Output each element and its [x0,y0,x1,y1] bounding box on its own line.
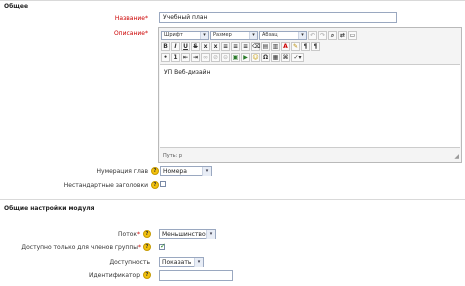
underline-icon[interactable]: U [181,41,190,51]
custom-titles-label: Нестандартные заголовки [63,182,148,189]
indent-icon[interactable]: ⇥ [191,52,200,62]
members-only-checkbox[interactable] [159,242,166,250]
resize-grip-icon[interactable]: ◢ [454,153,459,160]
nolink-icon[interactable]: ⊝ [221,52,230,62]
help-icon[interactable]: ? [151,181,159,189]
description-editor[interactable]: Шрифт ▾ Размер ▾ Абзац ▾ ↶ ↷ ⌕ ⇄ ▭ B I U S … [158,27,462,163]
paste-word-icon[interactable]: ▥ [271,41,280,51]
name-label: Название* [60,15,148,22]
text-color-icon[interactable]: A [281,41,290,51]
members-only-label: Доступно только для членов группы* [0,244,141,251]
section-common-legend: Общие настройки модуля [4,205,95,212]
fullscreen-icon[interactable]: ▭ [348,30,357,40]
font-size-select-label: Размер [213,31,232,38]
replace-icon[interactable]: ⇄ [338,30,347,40]
italic-icon[interactable]: I [171,41,180,51]
chevron-down-icon: ▾ [298,31,306,39]
editor-content-area[interactable]: УП Веб-дизайн [160,64,460,148]
table-icon[interactable]: ▦ [271,52,280,62]
section-general-legend: Общее [4,3,29,10]
font-family-select[interactable]: Шрифт ▾ [161,30,209,40]
chevron-down-icon: ▾ [202,167,211,176]
bullet-list-icon[interactable]: • [161,52,170,62]
section-common-rule [0,199,465,200]
subscript-icon[interactable]: x [201,41,210,51]
members-only-label-text: Доступно только для членов группы [21,244,138,251]
media-icon[interactable]: ▶ [241,52,250,62]
chevron-down-icon: ▾ [249,31,257,39]
font-size-select[interactable]: Размер ▾ [210,30,258,40]
ltr-icon[interactable]: ¶ [301,41,310,51]
font-family-select-label: Шрифт [164,31,183,38]
visible-select-value: Показать [162,259,192,266]
emoticon-icon[interactable]: ☺ [251,52,260,62]
editor-toolbar-row-3: • 1 ⇤ ⇥ ∞ ⊘ ⊝ ▣ ▶ ☺ Ω ▦ ⌘ ✓▾ [161,52,304,62]
name-input[interactable]: Учебный план [159,12,397,23]
html-source-icon[interactable]: ⌘ [281,52,290,62]
strikethrough-icon[interactable]: S [191,41,200,51]
image-icon[interactable]: ▣ [231,52,240,62]
custom-titles-checkbox[interactable] [160,181,166,187]
background-color-icon[interactable]: ✎ [291,41,300,51]
align-center-icon[interactable]: ≡ [231,41,240,51]
editor-toolbar-row-1: Шрифт ▾ Размер ▾ Абзац ▾ ↶ ↷ ⌕ ⇄ ▭ [161,30,357,40]
chevron-down-icon: ▾ [194,258,203,267]
group-mode-label-text: Поток [118,231,137,238]
required-marker: * [145,30,148,37]
help-icon[interactable]: ? [151,167,159,175]
find-icon[interactable]: ⌕ [328,30,337,40]
id-number-label: Идентификатор [89,272,140,279]
chevron-down-icon: ▾ [206,230,215,239]
id-number-input[interactable] [159,270,233,281]
redo-icon[interactable]: ↷ [318,30,327,40]
paragraph-format-select-label: Абзац [262,31,278,38]
numbered-list-icon[interactable]: 1 [171,52,180,62]
visible-select[interactable]: Показать ▾ [159,257,204,267]
help-icon[interactable]: ? [143,271,151,279]
required-marker: * [137,231,140,238]
required-marker: * [145,15,148,22]
help-icon[interactable]: ? [143,243,151,251]
name-label-text: Название [114,15,145,22]
help-icon[interactable]: ? [143,230,151,238]
clean-format-icon[interactable]: ⌫ [251,41,260,51]
description-label: Описание* [60,30,148,37]
outdent-icon[interactable]: ⇤ [181,52,190,62]
group-mode-label: Поток* [60,231,140,238]
numbering-label: Нумерация глав [96,168,148,175]
rtl-icon[interactable]: ¶ [311,41,320,51]
description-label-text: Описание [113,30,145,37]
editor-content-text: УП Веб-дизайн [164,69,211,76]
numbering-select-value: Номера [163,168,187,175]
undo-icon[interactable]: ↶ [308,30,317,40]
paste-text-icon[interactable]: ▤ [261,41,270,51]
bold-icon[interactable]: B [161,41,170,51]
align-right-icon[interactable]: ≡ [241,41,250,51]
editor-toolbar-row-2: B I U S x x ≡ ≡ ≡ ⌫ ▤ ▥ A ✎ ¶ ¶ [161,41,320,51]
superscript-icon[interactable]: x [211,41,220,51]
group-mode-select[interactable]: Меньшинство ▾ [159,229,216,239]
align-left-icon[interactable]: ≡ [221,41,230,51]
unlink-icon[interactable]: ⊘ [211,52,220,62]
required-marker: * [138,244,141,251]
visible-label: Доступность [109,259,150,266]
special-char-icon[interactable]: Ω [261,52,270,62]
numbering-select[interactable]: Номера ▾ [160,166,212,176]
editor-path-label: Путь: p [163,153,183,159]
link-icon[interactable]: ∞ [201,52,210,62]
chevron-down-icon: ▾ [200,31,208,39]
spellcheck-icon[interactable]: ✓▾ [291,52,304,62]
paragraph-format-select[interactable]: Абзац ▾ [259,30,307,40]
section-general-rule [0,0,465,1]
group-mode-select-value: Меньшинство [162,231,206,238]
